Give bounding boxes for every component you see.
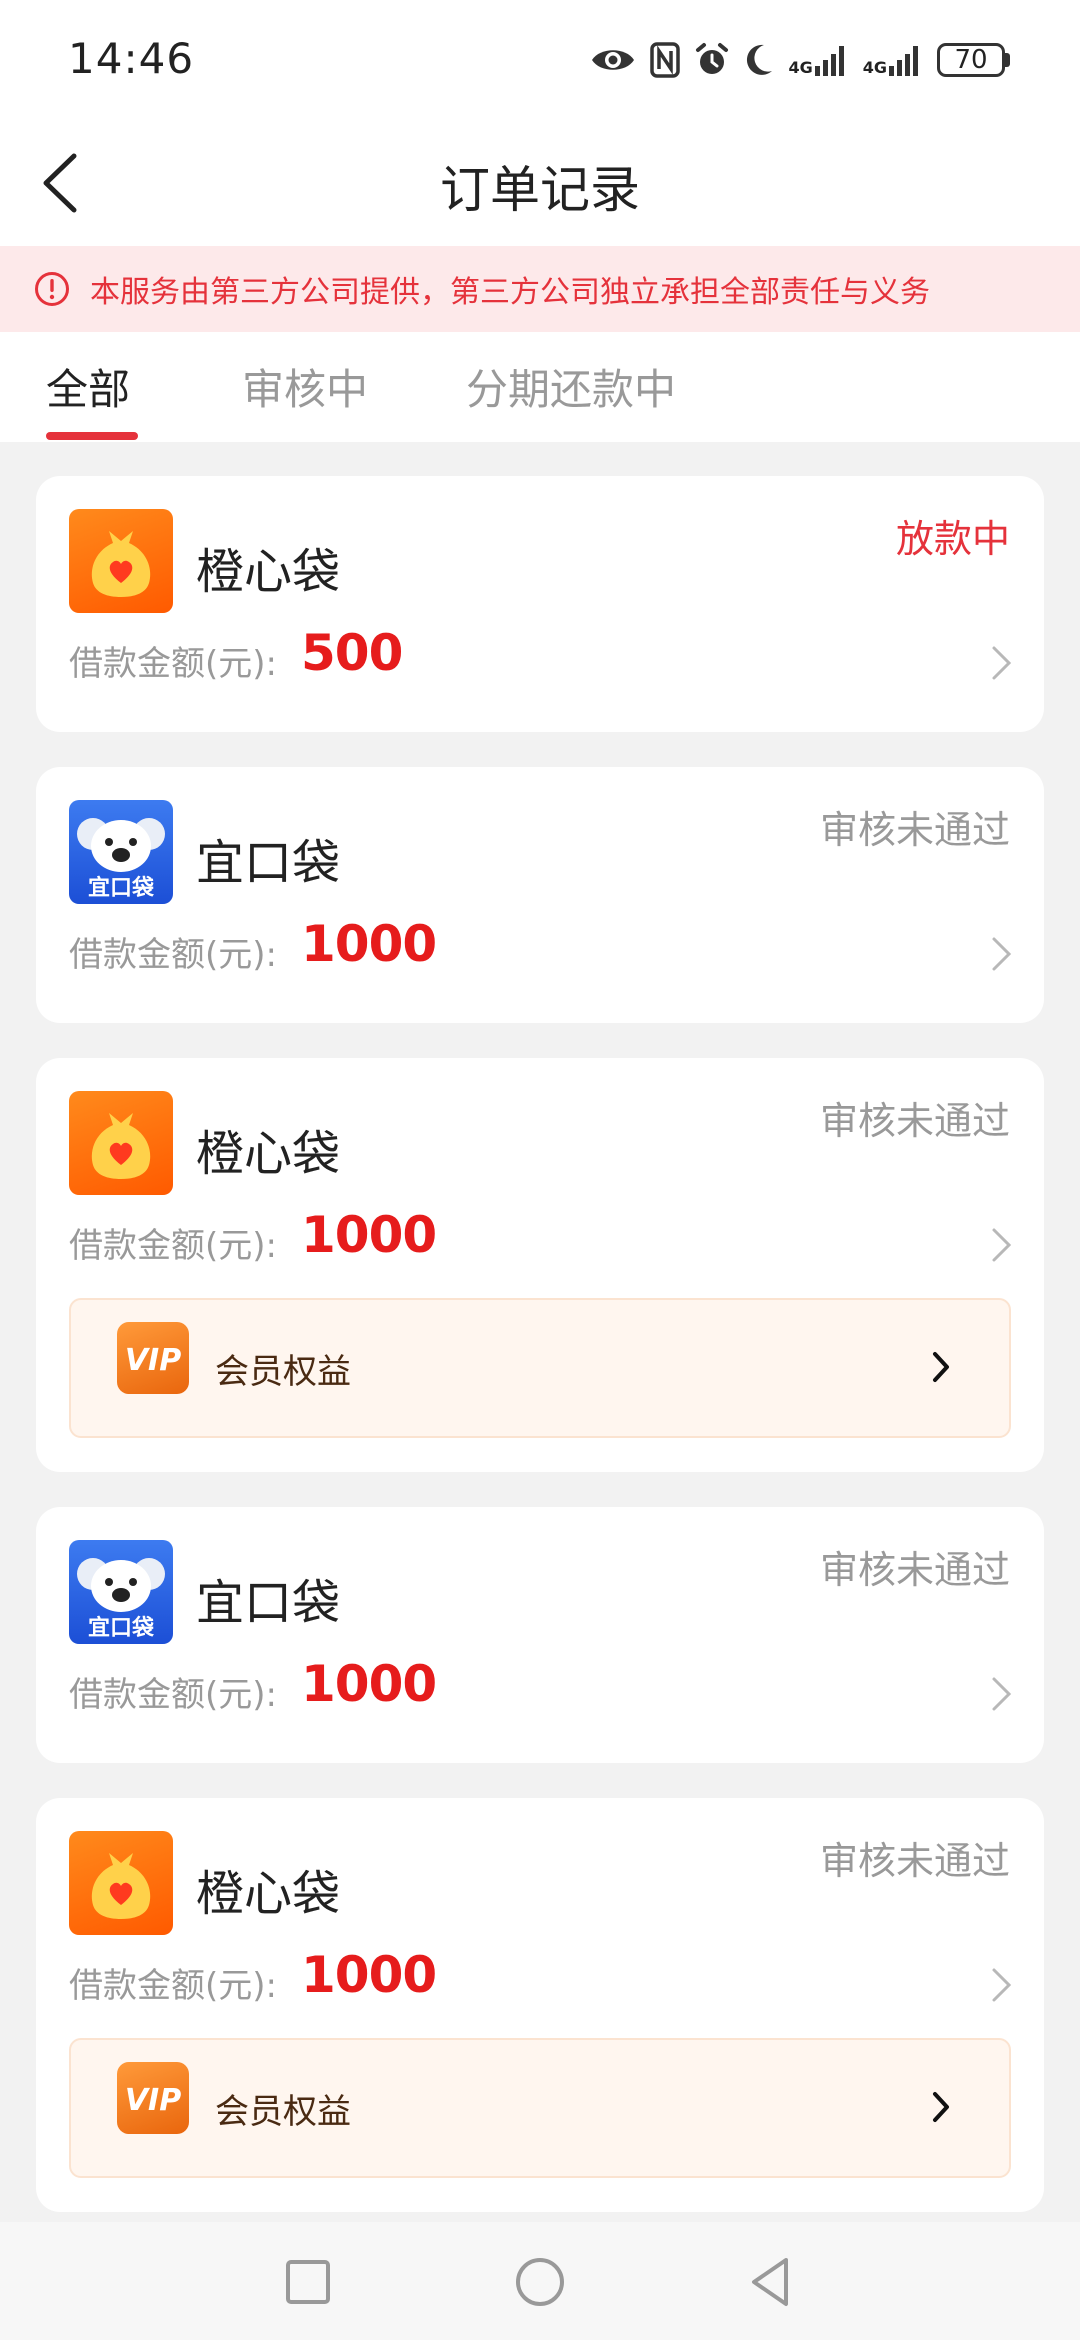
amount-label: 借款金额(元): [69, 935, 277, 975]
signal-1: 4G [788, 44, 848, 76]
header: 订单记录 [0, 120, 1080, 246]
status-icons: 4G 4G 70 [590, 36, 1010, 84]
vip-benefits-row[interactable]: VIP 会员权益 [69, 1298, 1011, 1438]
vip-icon: VIP [117, 1322, 189, 1394]
order-status: 审核未通过 [819, 808, 1010, 852]
order-card[interactable]: 宜口袋 宜口袋 审核未通过 借款金额(元): 1000 [36, 1507, 1044, 1763]
status-time: 14:46 [68, 34, 195, 83]
brand-name: 橙心袋 [196, 1126, 341, 1182]
vip-benefits-row[interactable]: VIP 会员权益 [69, 2038, 1011, 2178]
amount-label: 借款金额(元): [69, 1226, 277, 1266]
tab-all[interactable]: 全部 [46, 356, 130, 417]
money-bag-icon [91, 531, 151, 597]
system-nav-bar [0, 2222, 1080, 2340]
amount-value: 1000 [301, 915, 437, 973]
alarm-icon [696, 43, 729, 74]
tab-bar: 全部 审核中 分期还款中 [0, 332, 1080, 442]
amount-value: 1000 [301, 1946, 437, 2004]
amount-value: 1000 [301, 1655, 437, 1713]
network-label-1: 4G [788, 58, 813, 77]
page-title: 订单记录 [440, 161, 640, 219]
brand-name: 橙心袋 [196, 1866, 341, 1922]
yikoudai-logo: 宜口袋 [69, 800, 173, 904]
network-label-2: 4G [862, 58, 887, 77]
chevron-right-icon [933, 1352, 949, 1382]
order-status: 审核未通过 [819, 1839, 1010, 1883]
order-card[interactable]: 宜口袋 宜口袋 审核未通过 借款金额(元): 1000 [36, 767, 1044, 1023]
order-card[interactable]: 橙心袋 放款中 借款金额(元): 500 [36, 476, 1044, 732]
signal-bars-icon [814, 46, 844, 76]
amount-value: 500 [301, 624, 403, 682]
yikoudai-logo: 宜口袋 [69, 1540, 173, 1644]
eye-icon [592, 50, 635, 70]
brand-name: 宜口袋 [196, 835, 341, 891]
amount-label: 借款金额(元): [69, 1966, 277, 2006]
chevron-right-icon [992, 937, 1012, 971]
vip-icon-text: VIP [125, 2083, 181, 2118]
logo-text: 宜口袋 [87, 1616, 154, 1641]
order-status: 放款中 [895, 517, 1010, 561]
chevron-right-icon [933, 2092, 949, 2122]
order-card[interactable]: 橙心袋 审核未通过 借款金额(元): 1000 VIP 会员权益 [36, 1798, 1044, 2212]
amount-label: 借款金额(元): [69, 644, 277, 684]
notice-banner: 本服务由第三方公司提供，第三方公司独立承担全部责任与义务 [0, 246, 1080, 332]
vip-label: 会员权益 [215, 2092, 351, 2132]
nfc-icon [650, 42, 681, 78]
signal-2: 4G [863, 44, 923, 76]
amount-value: 1000 [301, 1206, 437, 1264]
chevron-right-icon [992, 1968, 1012, 2002]
battery-icon: 70 [937, 43, 1010, 77]
back-nav-button[interactable] [742, 2252, 802, 2312]
chengxindai-logo [69, 509, 173, 613]
logo-text: 宜口袋 [87, 876, 154, 901]
money-bag-icon [91, 1113, 151, 1179]
battery-level: 70 [937, 43, 1005, 77]
order-card[interactable]: 橙心袋 审核未通过 借款金额(元): 1000 VIP 会员权益 [36, 1058, 1044, 1472]
signal-bars-icon [889, 46, 918, 76]
tab-active-indicator [46, 432, 138, 440]
order-status: 审核未通过 [819, 1548, 1010, 1592]
order-status: 审核未通过 [819, 1099, 1010, 1143]
home-button[interactable] [510, 2252, 570, 2312]
amount-label: 借款金额(元): [69, 1675, 277, 1715]
chengxindai-logo [69, 1831, 173, 1935]
notice-text: 本服务由第三方公司提供，第三方公司独立承担全部责任与义务 [90, 275, 930, 310]
chevron-right-icon [992, 646, 1012, 680]
chevron-right-icon [992, 1677, 1012, 1711]
tab-installment[interactable]: 分期还款中 [466, 356, 676, 417]
tab-reviewing[interactable]: 审核中 [242, 356, 368, 417]
warning-icon [35, 272, 69, 306]
money-bag-icon [91, 1853, 151, 1919]
vip-label: 会员权益 [215, 1352, 351, 1392]
status-bar: 14:46 4G 4G 70 [0, 0, 1080, 120]
brand-name: 宜口袋 [196, 1575, 341, 1631]
vip-icon: VIP [117, 2062, 189, 2134]
brand-name: 橙心袋 [196, 544, 341, 600]
chengxindai-logo [69, 1091, 173, 1195]
vip-icon-text: VIP [125, 1343, 181, 1378]
recents-button[interactable] [278, 2252, 338, 2312]
moon-icon [747, 44, 773, 75]
chevron-right-icon [992, 1228, 1012, 1262]
